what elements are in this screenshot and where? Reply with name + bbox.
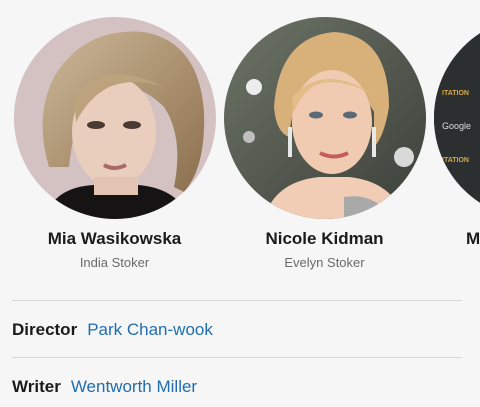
credit-row-director: Director Park Chan-wook [12,320,213,340]
actor-name[interactable]: Nicole Kidman [222,229,427,249]
director-link[interactable]: Park Chan-wook [87,320,213,339]
cast-carousel[interactable]: Mia Wasikowska India Stoker Nicole Kidma… [0,0,480,290]
cast-card[interactable]: Nicole Kidman Evelyn Stoker [222,17,427,270]
credit-role-label: Director [12,320,78,339]
cast-card[interactable]: Mia Wasikowska India Stoker [12,17,217,270]
backdrop-text: ITATION [442,157,469,164]
backdrop-text: ITATION [442,90,469,97]
actor-photo[interactable] [13,17,216,219]
credit-role-label: Writer [12,377,61,396]
actor-name[interactable]: Mia Wasikowska [12,229,217,249]
actor-photo[interactable]: ITATION Google ITATION [433,17,480,219]
actor-photo[interactable] [223,17,426,219]
backdrop-text: Google [442,121,471,131]
character-name: Evelyn Stoker [284,255,365,270]
divider [12,357,462,358]
writer-link[interactable]: Wentworth Miller [71,377,197,396]
cast-card[interactable]: ITATION Google ITATION M [432,17,480,255]
character-name: India Stoker [79,255,150,270]
actor-name[interactable]: M [432,229,480,249]
divider [12,300,462,301]
credit-row-writer: Writer Wentworth Miller [12,377,197,397]
